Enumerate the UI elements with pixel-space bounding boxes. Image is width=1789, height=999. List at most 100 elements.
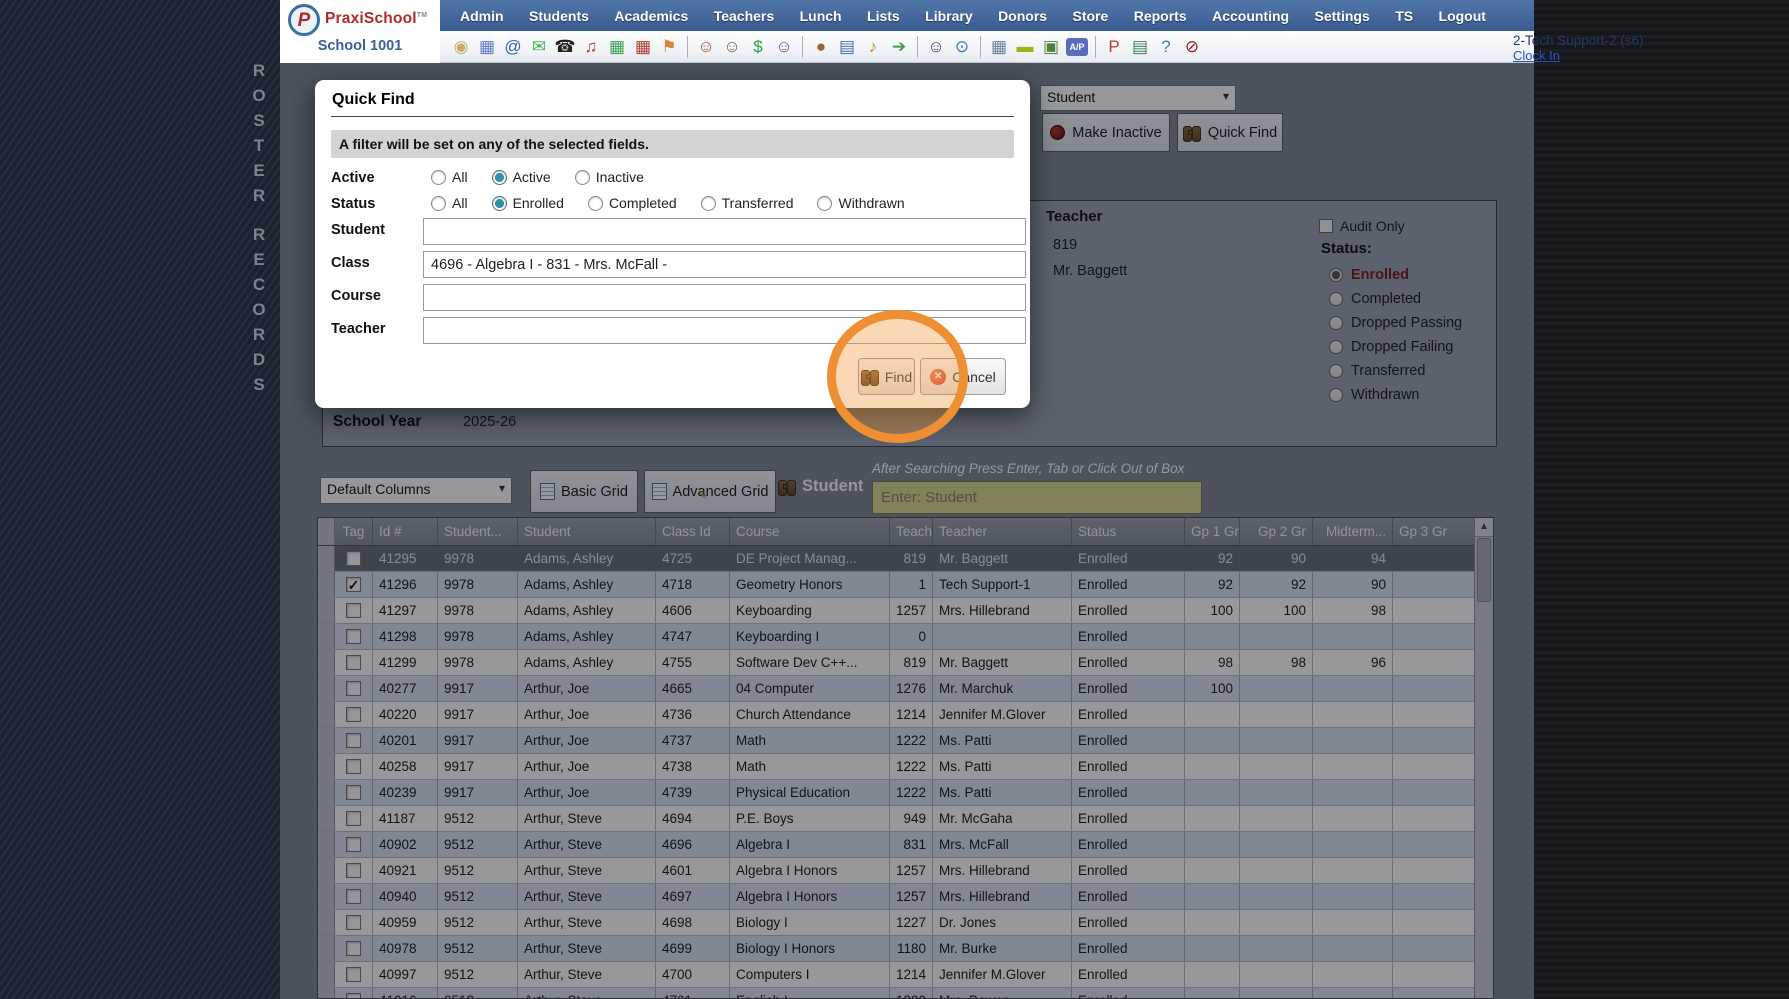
id-card-icon[interactable]: ▬	[1012, 34, 1038, 59]
radio-option-transferred[interactable]: Transferred	[700, 195, 794, 211]
left-background-panel	[0, 0, 280, 999]
nav-item-teachers[interactable]: Teachers	[706, 8, 782, 24]
teacher-input[interactable]	[423, 317, 1026, 344]
chat-icon[interactable]: ✉	[526, 34, 552, 59]
radio-option-all[interactable]: All	[431, 169, 468, 185]
toolbar-icons: ◉ ▦ @ ✉ ☎ ♫ ▦ ▦ ⚑ ☺ ☺ $ ☺ ● ▤ ♪ ➔ ☺ ⊙ ▦ ▬ ▣ A/P P ▤? ⊘	[448, 34, 1205, 59]
side-letter: S	[253, 375, 265, 394]
nav-item-ts[interactable]: TS	[1387, 8, 1421, 24]
export-icon[interactable]: ➔	[886, 34, 912, 59]
radio-label: All	[452, 195, 468, 211]
nav-item-library[interactable]: Library	[917, 8, 980, 24]
icon-toolbar: ◉ ▦ @ ✉ ☎ ♫ ▦ ▦ ⚑ ☺ ☺ $ ☺ ● ▤ ♪ ➔ ☺ ⊙ ▦ ▬ ▣ A/P P ▤? ⊘ 2-Tech Sup…	[440, 31, 1644, 63]
pdf-icon[interactable]: P	[1101, 34, 1127, 59]
course-input[interactable]	[423, 284, 1026, 311]
side-letter: E	[253, 250, 265, 269]
radio-icon	[491, 169, 507, 185]
side-letter: R	[252, 325, 266, 344]
modal-field-course: Course	[331, 284, 1026, 312]
radio-option-completed[interactable]: Completed	[587, 195, 677, 211]
modal-field-status: Status All Enrolled Completed Transferred Wit…	[331, 192, 1010, 220]
side-letter: O	[252, 86, 266, 105]
radio-option-withdrawn[interactable]: Withdrawn	[817, 195, 905, 211]
binder-icon[interactable]: ▤	[834, 34, 860, 59]
nav-item-donors[interactable]: Donors	[990, 8, 1055, 24]
nav-item-settings[interactable]: Settings	[1307, 8, 1378, 24]
email-icon[interactable]: @	[500, 34, 526, 59]
stop-icon[interactable]: ⊘	[1179, 34, 1205, 59]
nav-item-store[interactable]: Store	[1065, 8, 1117, 24]
radio-label: Transferred	[721, 195, 794, 211]
bell-icon[interactable]: ♪	[860, 34, 886, 59]
field-label: Class	[331, 255, 370, 271]
vertical-label-roster: ROSTER	[246, 58, 272, 208]
nav-item-logout[interactable]: Logout	[1431, 8, 1494, 24]
radio-icon	[491, 195, 507, 211]
nav-item-reports[interactable]: Reports	[1126, 8, 1195, 24]
radio-label: Enrolled	[512, 195, 564, 211]
nav-item-admin[interactable]: Admin	[452, 8, 512, 24]
radio-option-inactive[interactable]: Inactive	[574, 169, 644, 185]
field-label: Status	[331, 196, 376, 212]
spreadsheet-icon[interactable]: ▦	[986, 34, 1012, 59]
clock-icon[interactable]: ⊙	[949, 34, 975, 59]
quick-find-dialog: Quick Find A filter will be set on any o…	[315, 80, 1030, 408]
nav-item-academics[interactable]: Academics	[606, 8, 696, 24]
side-letter: S	[253, 111, 265, 130]
title-divider	[331, 116, 1014, 117]
radio-option-all[interactable]: All	[431, 195, 468, 211]
nav-item-accounting[interactable]: Accounting	[1204, 8, 1297, 24]
logo-block: P PraxiSchoolTM School 1001	[280, 0, 440, 63]
radio-option-enrolled[interactable]: Enrolled	[491, 195, 564, 211]
school-name: School 1001	[317, 38, 403, 54]
side-letter: D	[252, 350, 266, 369]
nav-item-students[interactable]: Students	[521, 8, 597, 24]
ap-badge-icon[interactable]: A/P	[1066, 37, 1088, 56]
toolbar-separator	[1095, 35, 1096, 58]
nav-item-lists[interactable]: Lists	[859, 8, 908, 24]
logged-in-user: 2-Tech Support-2 (s6)	[1513, 33, 1644, 48]
find-button[interactable]: Find	[858, 358, 915, 395]
radio-icon	[817, 195, 833, 211]
praxischool-logo-icon: P	[288, 4, 320, 36]
toolbar-separator	[917, 35, 918, 58]
announcements-icon[interactable]: ⚑	[656, 34, 682, 59]
student-input[interactable]	[423, 218, 1026, 245]
vertical-label-records: RECORDS	[246, 222, 272, 397]
audio-icon[interactable]: ♫	[578, 34, 604, 59]
dialog-info-banner: A filter will be set on any of the selec…	[331, 130, 1014, 158]
class-input[interactable]	[423, 251, 1026, 278]
search-icon[interactable]: ◉	[448, 34, 474, 59]
find-label: Find	[884, 368, 913, 385]
field-label: Teacher	[331, 321, 386, 337]
phone-icon[interactable]: ☎	[552, 34, 578, 59]
lunch-icon[interactable]: ●	[808, 34, 834, 59]
cancel-button[interactable]: ✕ Cancel	[920, 358, 1006, 395]
payments-icon[interactable]: $	[745, 34, 771, 59]
calendar-icon[interactable]: ▦	[474, 34, 500, 59]
add-student-icon[interactable]: ☺	[693, 34, 719, 59]
field-label: Active	[331, 170, 375, 186]
print-card-icon[interactable]: ▣	[1038, 34, 1064, 59]
cash-register-icon[interactable]: ▤	[1127, 34, 1153, 59]
radio-group: All Active Inactive	[431, 169, 644, 185]
clock-in-link[interactable]: Clock In	[1513, 48, 1683, 63]
student-icon[interactable]: ☺	[719, 34, 745, 59]
schedule-icon[interactable]: ▦	[604, 34, 630, 59]
nav-item-lunch[interactable]: Lunch	[792, 8, 850, 24]
field-label: Course	[331, 288, 381, 304]
radio-label: Inactive	[595, 169, 644, 185]
teacher-icon[interactable]: ☺	[923, 34, 949, 59]
radio-group: All Enrolled Completed Transferred Withdrawn	[431, 195, 905, 211]
side-letter: R	[252, 61, 266, 80]
family-icon[interactable]: ☺	[771, 34, 797, 59]
calendar-alt-icon[interactable]: ▦	[630, 34, 656, 59]
radio-icon	[587, 195, 603, 211]
user-bar: 2-Tech Support-2 (s6) Clock In	[1513, 33, 1683, 63]
radio-label: All	[452, 169, 468, 185]
radio-icon	[431, 195, 446, 211]
radio-option-active[interactable]: Active	[491, 169, 551, 185]
toolbar-separator	[980, 35, 981, 58]
help-icon[interactable]: ?	[1153, 34, 1179, 59]
brand-name-text: PraxiSchool	[325, 10, 417, 27]
